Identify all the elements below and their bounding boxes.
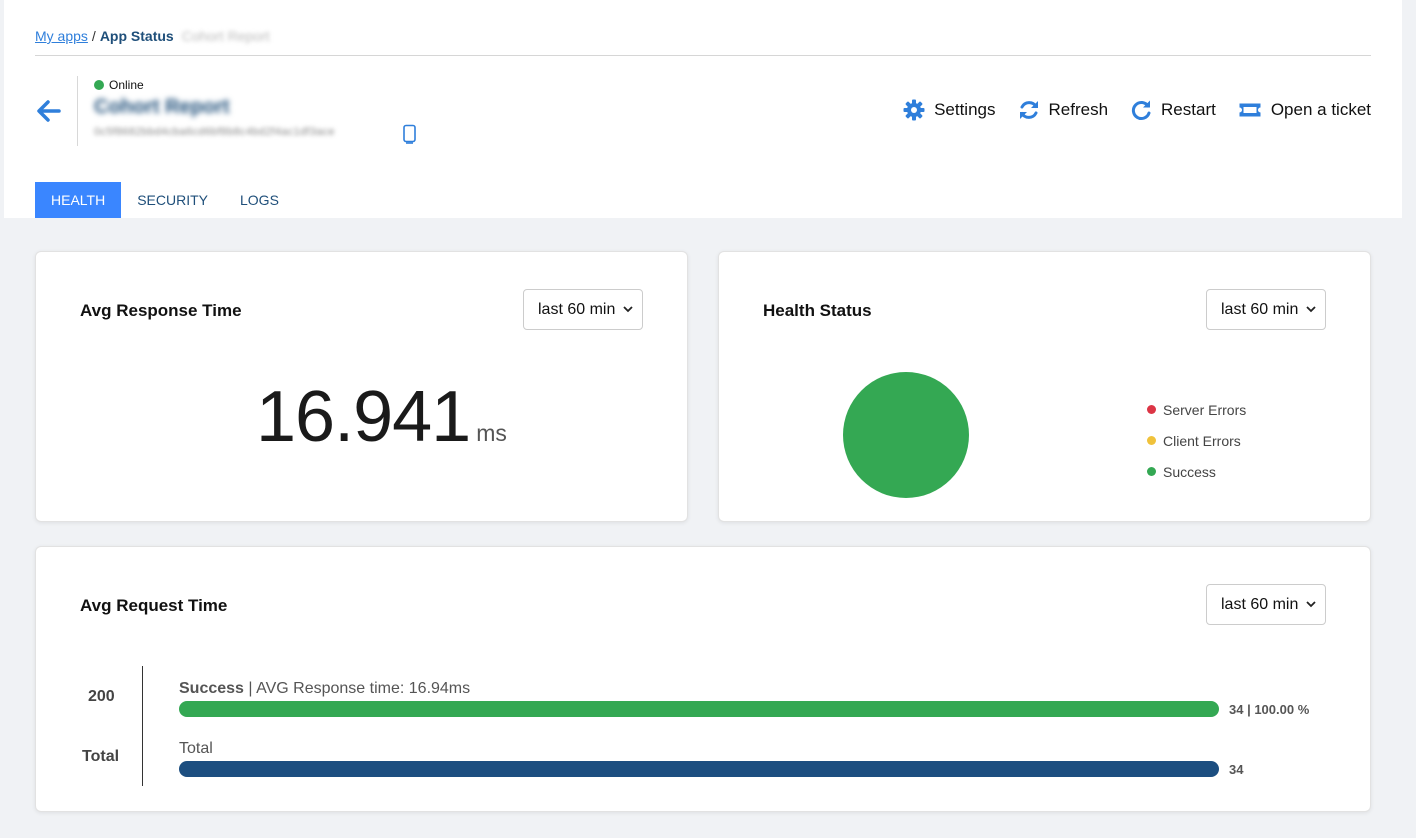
response-time-value: 16.941 ms <box>256 376 507 458</box>
legend-server-errors: Server Errors <box>1147 394 1246 425</box>
legend-dot-icon <box>1147 467 1156 476</box>
response-time-unit: ms <box>476 420 507 446</box>
settings-label: Settings <box>934 100 996 119</box>
breadcrumb-app-name: Cohort Report <box>181 28 270 44</box>
legend-label: Success <box>1163 463 1216 480</box>
y-label-total: Total <box>82 748 120 765</box>
health-status-card: Health Status last 60 min Server Errors … <box>718 251 1371 522</box>
legend-client-errors: Client Errors <box>1147 425 1246 456</box>
header-actions: Settings Refresh Restart Open a ticket <box>903 99 1371 121</box>
breadcrumb-my-apps-link[interactable]: My apps <box>35 28 88 44</box>
bar-label-name: Success <box>179 680 244 697</box>
card-title: Avg Response Time <box>80 301 242 320</box>
success-bar-value: 34 | 100.00 % <box>1229 702 1310 717</box>
restart-label: Restart <box>1161 100 1216 119</box>
pie-slice-success <box>843 372 969 498</box>
card-title: Avg Request Time <box>80 596 228 615</box>
status-text: Online <box>109 78 144 92</box>
breadcrumb-separator: / <box>91 28 96 44</box>
legend-label: Client Errors <box>1163 432 1241 449</box>
gear-icon <box>903 99 925 121</box>
card-title: Health Status <box>763 301 872 320</box>
bar-label-success: Success | AVG Response time: 16.94ms <box>179 680 470 698</box>
refresh-button[interactable]: Refresh <box>1018 99 1109 121</box>
y-axis-line <box>142 666 143 786</box>
total-bar <box>179 761 1219 777</box>
restart-icon <box>1130 99 1152 121</box>
app-id: 0c5f8682bbd4cba6cd6bf8b8c4bd2f4ac1df3ace <box>94 126 335 138</box>
tab-health[interactable]: HEALTH <box>35 182 122 218</box>
breadcrumb: My apps / App Status Cohort Report <box>35 28 270 44</box>
time-range-value: last 60 min <box>538 300 616 318</box>
back-arrow-icon[interactable] <box>35 96 63 126</box>
bar-label-detail: | AVG Response time: 16.94ms <box>248 680 471 697</box>
time-range-value: last 60 min <box>1221 300 1299 318</box>
tab-logs[interactable]: LOGS <box>224 182 295 218</box>
pie-legend: Server Errors Client Errors Success <box>1147 394 1246 487</box>
avg-request-time-card: Avg Request Time last 60 min 200 Total S… <box>35 546 1371 812</box>
refresh-icon <box>1018 99 1040 121</box>
header-divider <box>35 55 1371 56</box>
online-dot-icon <box>94 80 104 90</box>
chevron-down-icon <box>1306 306 1316 313</box>
app-header: My apps / App Status Cohort Report Onlin… <box>4 0 1402 218</box>
bar-label-total: Total <box>179 740 213 758</box>
status-badge: Online <box>94 78 144 92</box>
time-range-select[interactable]: last 60 min <box>1206 584 1326 625</box>
open-ticket-button[interactable]: Open a ticket <box>1238 100 1371 120</box>
chevron-down-icon <box>1306 601 1316 608</box>
tab-bar: HEALTH SECURITY LOGS <box>35 182 295 218</box>
legend-dot-icon <box>1147 436 1156 445</box>
ticket-icon <box>1238 100 1262 120</box>
legend-success: Success <box>1147 456 1246 487</box>
time-range-select[interactable]: last 60 min <box>523 289 643 330</box>
breadcrumb-current: App Status <box>99 28 174 44</box>
response-time-number: 16.941 <box>256 377 471 457</box>
chevron-down-icon <box>623 306 633 313</box>
open-ticket-label: Open a ticket <box>1270 100 1371 119</box>
time-range-select[interactable]: last 60 min <box>1206 289 1326 330</box>
copy-icon[interactable] <box>402 124 418 144</box>
total-bar-value: 34 <box>1229 762 1244 777</box>
success-bar <box>179 701 1219 717</box>
header-vertical-divider <box>77 76 78 146</box>
bar-label-name: Total <box>179 740 213 757</box>
app-name: Cohort Report <box>94 96 230 118</box>
y-label-200: 200 <box>88 688 115 705</box>
refresh-label: Refresh <box>1048 100 1109 119</box>
legend-dot-icon <box>1147 405 1156 414</box>
settings-button[interactable]: Settings <box>903 99 996 121</box>
tab-security[interactable]: SECURITY <box>121 182 224 218</box>
restart-button[interactable]: Restart <box>1130 99 1216 121</box>
avg-response-time-card: Avg Response Time last 60 min 16.941 ms <box>35 251 688 522</box>
legend-label: Server Errors <box>1163 401 1247 418</box>
health-pie-chart <box>843 372 969 498</box>
time-range-value: last 60 min <box>1221 595 1299 613</box>
